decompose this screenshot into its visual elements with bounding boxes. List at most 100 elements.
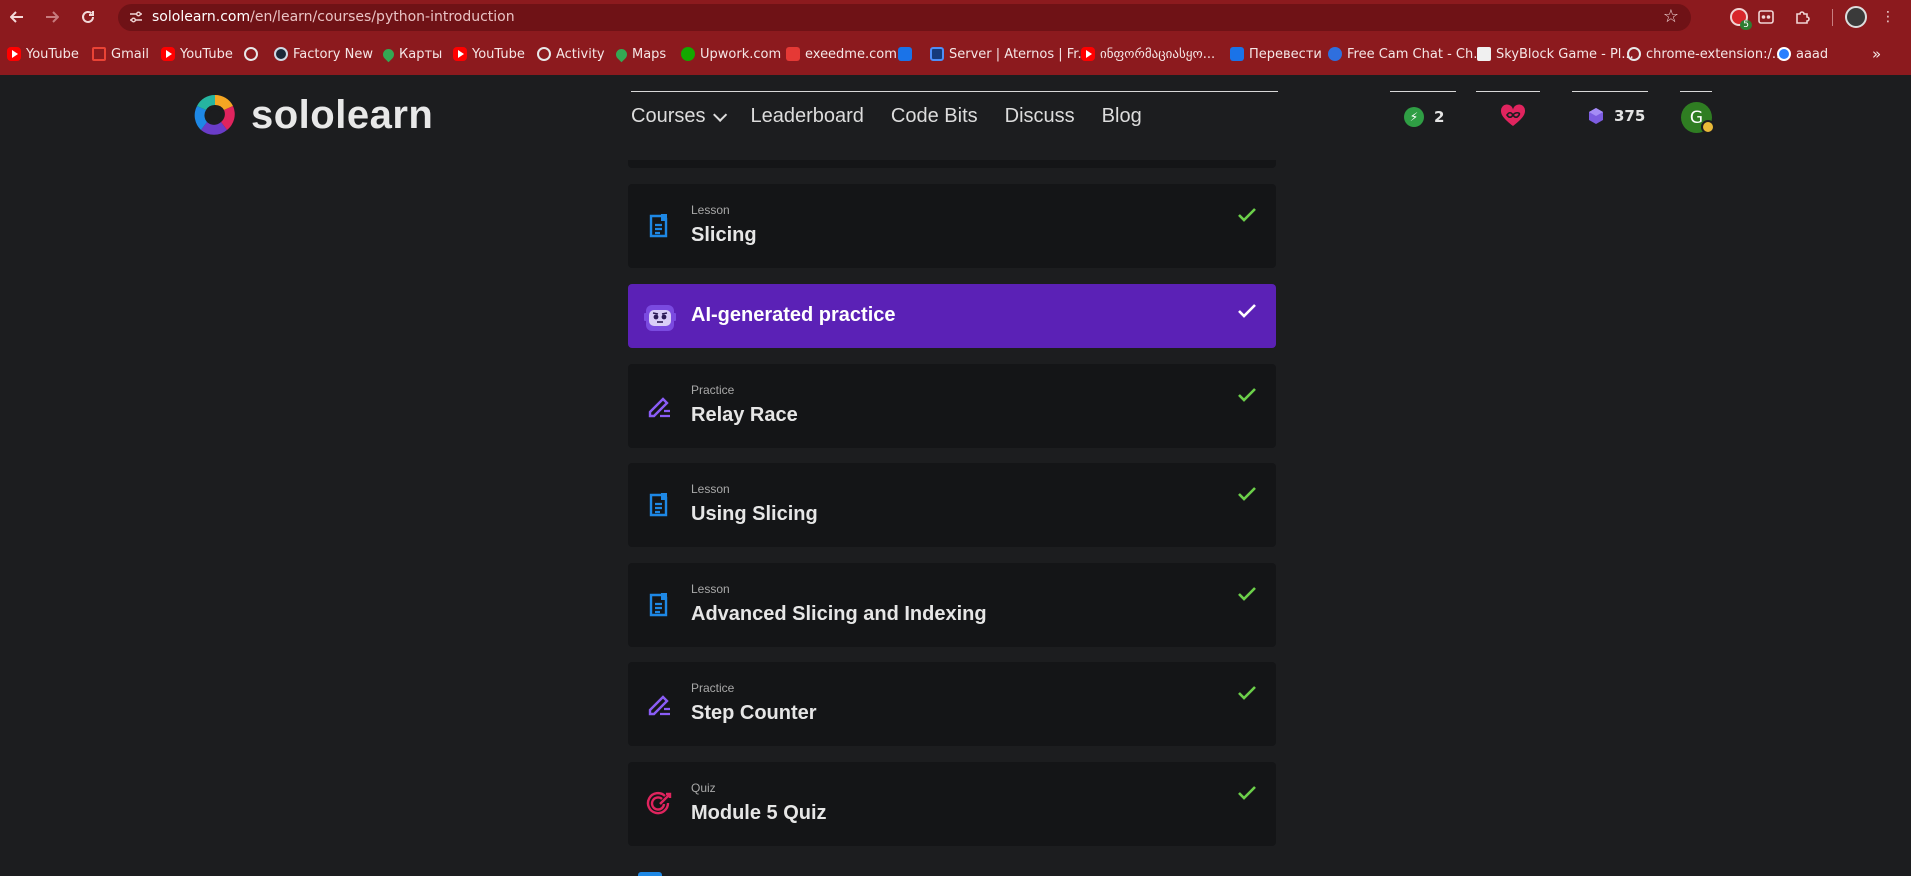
list-item[interactable]: Lesson Advanced Slicing and Indexing: [628, 563, 1276, 647]
streak-counter[interactable]: ⚡ 2: [1404, 107, 1444, 127]
course-module-list: Lesson Slicing AI-generated practice Pra…: [628, 160, 1276, 876]
site-header: sololearn Courses Leaderboard Code Bits …: [0, 75, 1911, 160]
extension-reader-icon[interactable]: [1756, 7, 1776, 27]
sololearn-logo[interactable]: sololearn: [191, 91, 433, 139]
bookmark-label: YouTube: [26, 46, 79, 62]
bookmark-item[interactable]: YouTube: [161, 42, 233, 66]
chevron-down-icon: [713, 107, 728, 122]
main-nav: Courses Leaderboard Code Bits Discuss Bl…: [631, 105, 1169, 128]
list-item[interactable]: Lesson Slicing: [628, 184, 1276, 268]
nav-blog[interactable]: Blog: [1102, 105, 1142, 128]
hearts-counter[interactable]: [1500, 104, 1526, 128]
nav-label: Blog: [1101, 105, 1142, 127]
aternos-icon: [930, 47, 944, 61]
practice-pencil-icon: [648, 695, 670, 716]
bookmark-label: chrome-extension:/...: [1646, 46, 1785, 62]
bookmark-item[interactable]: ინფორმაციასყო...: [1081, 42, 1215, 66]
check-icon: [1238, 208, 1256, 222]
bookmark-item[interactable]: Server | Aternos | Fr...: [930, 42, 1090, 66]
globe-icon: [244, 47, 258, 61]
bookmark-item[interactable]: SkyBlock Game - Pl...: [1477, 42, 1634, 66]
streak-value: 2: [1434, 108, 1445, 126]
list-item[interactable]: Lesson Using Slicing: [628, 463, 1276, 547]
bookmark-item[interactable]: Activity: [537, 42, 605, 66]
toolbar-separator: [1832, 9, 1833, 26]
list-item[interactable]: [628, 160, 1276, 168]
list-item[interactable]: Practice Relay Race: [628, 364, 1276, 448]
gems-counter[interactable]: 375: [1588, 107, 1645, 125]
nav-code-bits[interactable]: Code Bits: [891, 105, 978, 128]
reload-button[interactable]: [76, 6, 100, 28]
nav-discuss[interactable]: Discuss: [1005, 105, 1075, 128]
address-bar[interactable]: sololearn.com/en/learn/courses/python-in…: [118, 4, 1691, 31]
list-item[interactable]: AI-generated practice: [628, 284, 1276, 348]
item-title: Slicing: [691, 224, 757, 246]
bookmark-item[interactable]: YouTube: [453, 42, 525, 66]
bookmark-item[interactable]: chrome-extension:/...: [1627, 42, 1784, 66]
nav-courses[interactable]: Courses: [631, 105, 728, 128]
bookmark-item[interactable]: exeedme.com: [786, 42, 897, 66]
item-title: Advanced Slicing and Indexing: [691, 603, 987, 625]
bookmark-item[interactable]: Gmail: [92, 42, 149, 66]
item-kind: Practice: [691, 383, 735, 397]
bookmark-item[interactable]: [898, 42, 912, 66]
lesson-doc-icon: [649, 593, 668, 617]
gem-cube-icon: [1589, 108, 1603, 124]
bookmark-label: aaad: [1796, 46, 1829, 62]
bookmarks-overflow-icon[interactable]: »: [1872, 42, 1881, 66]
bookmark-label: Gmail: [111, 46, 149, 62]
back-button[interactable]: [5, 6, 29, 28]
quiz-target-icon: [646, 791, 672, 815]
aaad-icon: [1777, 47, 1791, 61]
list-item[interactable]: Quiz Module 5 Quiz: [628, 762, 1276, 846]
gems-value: 375: [1614, 107, 1646, 125]
bookmark-star-icon[interactable]: ☆: [1663, 6, 1679, 27]
bookmark-item[interactable]: [244, 42, 258, 66]
bookmark-item[interactable]: Maps: [613, 42, 666, 66]
item-kind: Lesson: [691, 582, 730, 596]
check-icon: [1238, 487, 1256, 501]
bookmark-item[interactable]: Карты: [380, 42, 443, 66]
bookmark-item[interactable]: YouTube: [7, 42, 79, 66]
url-path: /en/learn/courses/python-introduction: [250, 9, 515, 25]
youtube-icon: [7, 47, 21, 61]
nav-label: Courses: [631, 105, 706, 127]
forward-button[interactable]: [40, 6, 64, 28]
reader-glyph: [1758, 10, 1774, 24]
item-title: Module 5 Quiz: [691, 802, 827, 824]
bookmark-label: Upwork.com: [700, 46, 782, 62]
site-settings-icon[interactable]: [128, 9, 144, 25]
bookmark-item[interactable]: Factory New: [274, 42, 373, 66]
bookmark-item[interactable]: Upwork.com: [681, 42, 781, 66]
bookmark-label: exeedme.com: [805, 46, 897, 62]
skyblock-icon: [1477, 47, 1491, 61]
extension-adblock-icon[interactable]: 5: [1730, 8, 1752, 30]
profile-avatar[interactable]: [1845, 6, 1867, 28]
reload-icon: [82, 10, 94, 23]
header-top-line: [1476, 91, 1540, 92]
back-arrow-icon: [10, 11, 23, 23]
bookmark-item[interactable]: aaad: [1777, 42, 1828, 66]
heart-infinity-icon: [1500, 104, 1526, 126]
bookmark-item[interactable]: Перевести: [1230, 42, 1322, 66]
browser-chrome: sololearn.com/en/learn/courses/python-in…: [0, 0, 1911, 75]
camchat-icon: [1328, 47, 1342, 61]
sololearn-logo-icon: [194, 94, 235, 135]
bookmark-item[interactable]: Free Cam Chat - Ch...: [1328, 42, 1486, 66]
practice-pencil-icon: [648, 397, 670, 418]
nav-leaderboard[interactable]: Leaderboard: [750, 105, 863, 128]
item-title: Using Slicing: [691, 503, 818, 525]
youtube-icon: [161, 47, 175, 61]
extensions-puzzle-icon[interactable]: [1793, 7, 1813, 27]
url-text[interactable]: sololearn.com/en/learn/courses/python-in…: [152, 9, 515, 25]
item-kind: Quiz: [691, 781, 716, 795]
bookmark-label: SkyBlock Game - Pl...: [1496, 46, 1634, 62]
bookmark-label: Карты: [399, 46, 443, 62]
user-avatar[interactable]: G: [1681, 102, 1715, 134]
browser-menu-icon[interactable]: ⋮: [1878, 7, 1898, 27]
address-row: sololearn.com/en/learn/courses/python-in…: [0, 0, 1911, 35]
nav-label: Leaderboard: [750, 105, 864, 127]
list-item[interactable]: Practice Step Counter: [628, 662, 1276, 746]
header-top-line: [631, 91, 1278, 92]
refresh-app-icon: [898, 47, 912, 61]
